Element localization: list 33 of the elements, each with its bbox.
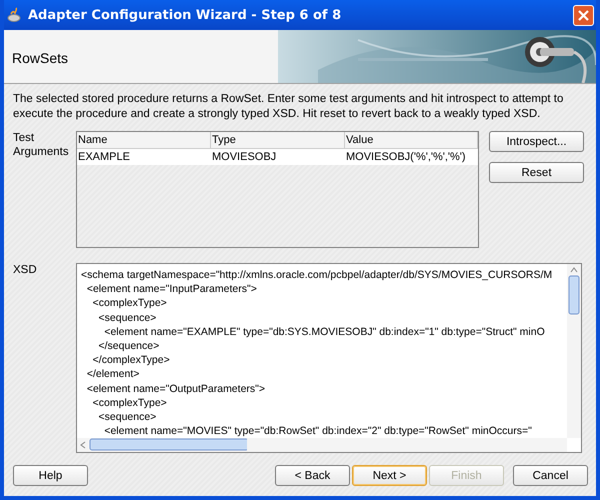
table-cell: EXAMPLE xyxy=(77,149,211,165)
code-line: <element name="EXAMPLE" type="db:SYS.MOVIESOBJ" db:index="1" db:type="Struct" minO xyxy=(103,324,546,340)
code-line: </complexType> xyxy=(92,353,171,368)
code-line: <element name="OutputParameters"> xyxy=(86,382,266,396)
field-label: XSD xyxy=(13,263,38,278)
table-cell: MOVIESOBJ xyxy=(211,149,345,165)
close-button[interactable] xyxy=(573,4,594,26)
code-line: <sequence> xyxy=(98,310,158,325)
code-line: <complexType> xyxy=(92,296,168,311)
field-label: Test Arguments xyxy=(13,131,70,160)
code-line: </sequence> xyxy=(98,339,160,354)
window-title: Adapter Configuration Wizard - Step 6 of 8 xyxy=(28,8,342,22)
help-button[interactable]: Help xyxy=(13,465,88,486)
description-text: The selected stored procedure returns a RowSet. Enter some test arguments and hit introspect to attempt to execute the procedure and create a strongly typed XSD. Hit reset to revert back to a weakly typed XSD. xyxy=(13,92,564,122)
code-line: <schema targetNamespace="http://xmlns.oracle.com/pcbpel/adapter/db/SYS/MOVIES_CURSORS/M xyxy=(81,268,554,282)
code-line: <complexType> xyxy=(92,396,168,410)
wizard-button[interactable]: < Back xyxy=(275,465,350,486)
column-header[interactable]: Type xyxy=(211,132,345,149)
action-button[interactable]: Reset xyxy=(489,162,584,183)
xsd-editor[interactable] xyxy=(76,263,582,453)
wizard-button[interactable]: Next > xyxy=(352,465,427,486)
code-line: <sequence> xyxy=(98,410,158,424)
action-button[interactable]: Introspect... xyxy=(489,131,584,152)
page-title: RowSets xyxy=(11,49,68,68)
wizard-button[interactable]: Cancel xyxy=(513,465,588,486)
close-icon xyxy=(577,8,590,22)
code-line: <element name="InputParameters"> xyxy=(86,282,258,296)
column-header[interactable]: Value xyxy=(345,132,478,149)
code-line: <element name="MOVIES" type="db:RowSet" db:index="2" db:type="RowSet" minOccurs=" xyxy=(103,424,533,438)
code-line: </element> xyxy=(86,367,140,382)
table-cell: MOVIESOBJ('%','%','%') xyxy=(345,149,478,165)
column-header[interactable]: Name xyxy=(77,132,211,149)
cup-icon xyxy=(6,7,22,23)
